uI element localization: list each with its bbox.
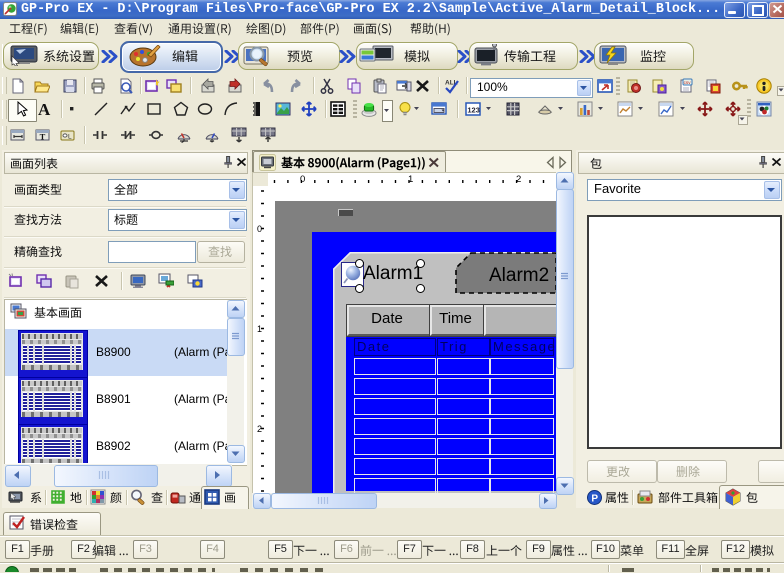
svg-text:L: L <box>68 133 72 140</box>
svg-text:csv: csv <box>684 80 692 85</box>
svg-text:T: T <box>40 132 46 142</box>
svg-text:P: P <box>591 493 598 504</box>
svg-text:123: 123 <box>467 105 480 114</box>
